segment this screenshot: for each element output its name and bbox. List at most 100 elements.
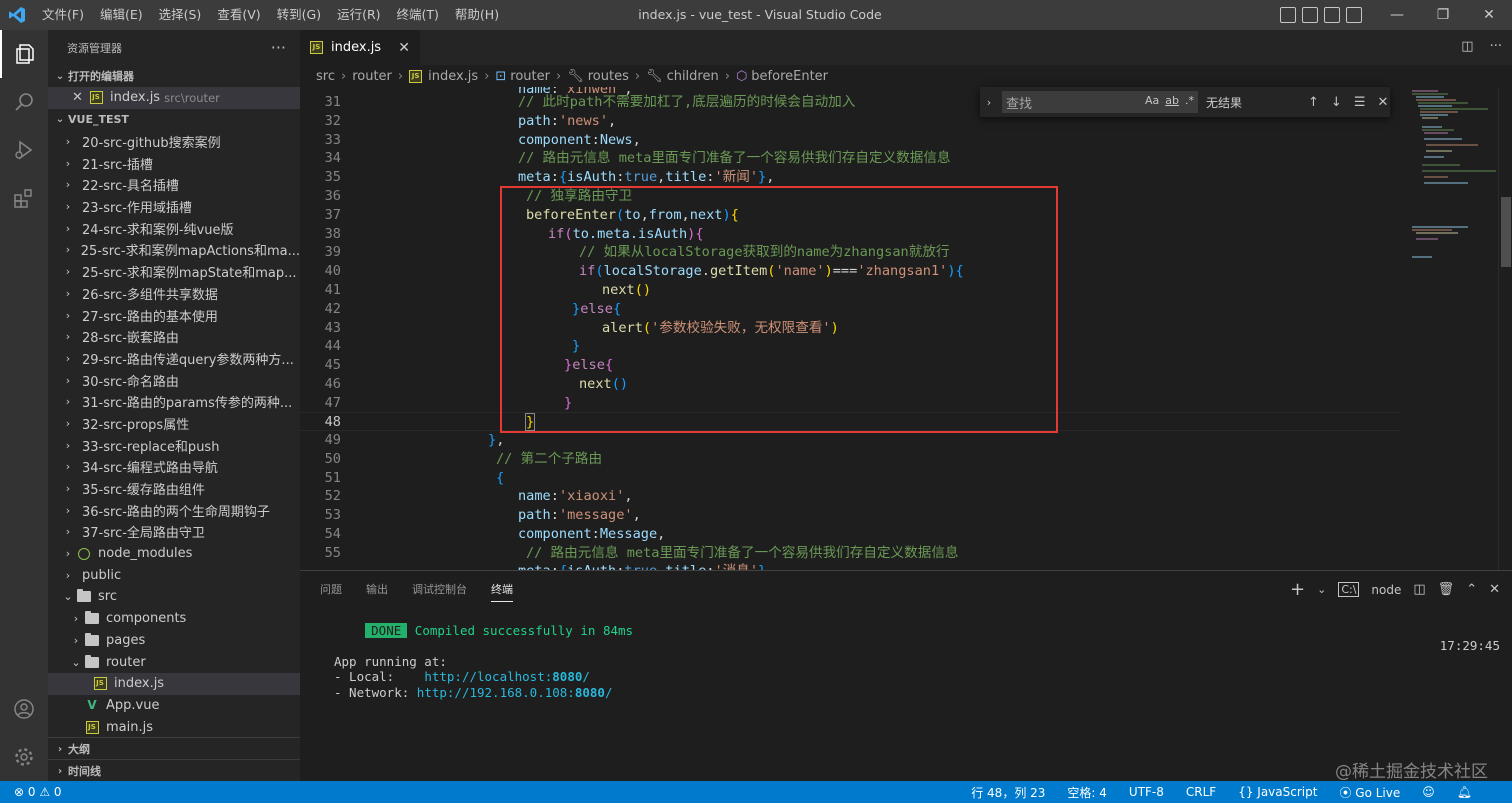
folder-src[interactable]: ⌄ src [48, 586, 300, 608]
chevron-down-icon[interactable]: ⌄ [1317, 583, 1326, 596]
problems-count[interactable]: ⊗ 0 ⚠ 0 [14, 785, 62, 799]
terminal-output[interactable]: DONE Compiled successfully in 84ms 17:29… [320, 606, 1500, 701]
trash-icon[interactable]: 🗑︎ [1438, 582, 1455, 597]
find-in-selection-icon[interactable]: ☰ [1354, 95, 1366, 110]
local-url[interactable]: http://localhost:8080/ [424, 669, 590, 684]
menu-run[interactable]: 运行(R) [329, 0, 388, 30]
match-word-icon[interactable]: ab [1165, 94, 1179, 107]
menu-help[interactable]: 帮助(H) [447, 0, 507, 30]
tree-folder[interactable]: › 22-src-具名插槽 [48, 174, 300, 196]
tab-terminal[interactable]: 终端 [491, 581, 513, 602]
tree-folder[interactable]: › 28-src-嵌套路由 [48, 326, 300, 348]
restore-icon[interactable]: ❐ [1420, 0, 1466, 30]
folder-router[interactable]: ⌄ router [48, 651, 300, 673]
tree-folder[interactable]: › 23-src-作用域插槽 [48, 196, 300, 218]
breadcrumb-item[interactable]: src [316, 69, 335, 84]
close-find-icon[interactable]: ✕ [1377, 95, 1388, 110]
breadcrumb-item[interactable]: beforeEnter [751, 69, 828, 84]
close-panel-icon[interactable]: ✕ [1489, 582, 1500, 597]
account-icon[interactable] [0, 685, 48, 733]
tree-folder[interactable]: › 26-src-多组件共享数据 [48, 283, 300, 305]
breadcrumb-item[interactable]: children [667, 69, 719, 84]
tab-output[interactable]: 输出 [366, 581, 388, 597]
tab-index-js[interactable]: JS index.js ✕ [300, 30, 420, 65]
tree-folder[interactable]: › node_modules [48, 543, 300, 565]
project-section[interactable]: ⌄ VUE_TEST [48, 109, 300, 131]
tab-debug-console[interactable]: 调试控制台 [412, 581, 467, 597]
outline-section[interactable]: › 大纲 [48, 737, 300, 760]
menu-go[interactable]: 转到(G) [269, 0, 329, 30]
toggle-replace-icon[interactable]: › [980, 96, 998, 109]
file-app-vue[interactable]: V App.vue [48, 695, 300, 717]
tree-folder[interactable]: › 33-src-replace和push [48, 434, 300, 456]
split-editor-icon[interactable]: ◫ [1461, 39, 1473, 54]
tree-folder[interactable]: › 25-src-求和案例mapActions和ma... [48, 239, 300, 261]
file-main-js[interactable]: JS main.js [48, 716, 300, 738]
indentation[interactable]: 空格: 4 [1067, 784, 1107, 801]
search-icon[interactable] [0, 78, 48, 126]
line-ending[interactable]: CRLF [1186, 785, 1216, 799]
tree-folder[interactable]: › 29-src-路由传递query参数两种方... [48, 348, 300, 370]
more-actions-icon[interactable]: ··· [271, 38, 286, 57]
tree-folder[interactable]: › 32-src-props属性 [48, 413, 300, 435]
tree-folder[interactable]: › 30-src-命名路由 [48, 369, 300, 391]
tree-folder[interactable]: › 31-src-路由的params传参的两种... [48, 391, 300, 413]
menu-selection[interactable]: 选择(S) [151, 0, 210, 30]
go-live-button[interactable]: ⦿ Go Live [1339, 784, 1400, 801]
notifications-icon[interactable]: 🔔︎ [1457, 785, 1472, 799]
tree-folder[interactable]: › 24-src-求和案例-纯vue版 [48, 217, 300, 239]
new-terminal-icon[interactable]: + [1290, 579, 1305, 600]
tab-problems[interactable]: 问题 [320, 581, 342, 597]
folder-components[interactable]: › components [48, 608, 300, 630]
editor-scrollbar[interactable] [1498, 87, 1512, 570]
folder-pages[interactable]: › pages [48, 630, 300, 652]
minimap[interactable] [1408, 87, 1498, 570]
breadcrumb-item[interactable]: index.js [428, 69, 478, 84]
toggle-panel-icon[interactable] [1302, 7, 1318, 23]
toggle-secondary-sidebar-icon[interactable] [1324, 7, 1340, 23]
tree-folder[interactable]: › 25-src-求和案例mapState和map... [48, 261, 300, 283]
previous-match-icon[interactable]: ↑ [1308, 95, 1319, 110]
tree-folder[interactable]: › 34-src-编程式路由导航 [48, 456, 300, 478]
customize-layout-icon[interactable] [1346, 7, 1362, 23]
cursor-position[interactable]: 行 48，列 23 [971, 784, 1045, 801]
encoding[interactable]: UTF-8 [1129, 785, 1164, 799]
tree-folder[interactable]: › 37-src-全局路由守卫 [48, 521, 300, 543]
run-debug-icon[interactable] [0, 126, 48, 174]
breadcrumb-item[interactable]: router [510, 69, 550, 84]
scrollbar-thumb[interactable] [1501, 197, 1511, 267]
menu-edit[interactable]: 编辑(E) [92, 0, 151, 30]
more-actions-icon[interactable]: ··· [1490, 39, 1502, 54]
file-router-index[interactable]: JS index.js [48, 672, 300, 695]
find-input[interactable]: 查找 Aa ab .* [1002, 91, 1198, 113]
menu-terminal[interactable]: 终端(T) [389, 0, 447, 30]
tree-folder[interactable]: › 36-src-路由的两个生命周期钩子 [48, 499, 300, 521]
regex-icon[interactable]: .* [1185, 94, 1194, 107]
close-tab-icon[interactable]: ✕ [398, 40, 410, 56]
menu-file[interactable]: 文件(F) [34, 0, 92, 30]
breadcrumb-item[interactable]: routes [588, 69, 629, 84]
close-window-icon[interactable]: ✕ [1466, 0, 1512, 30]
tree-folder[interactable]: › 27-src-路由的基本使用 [48, 304, 300, 326]
timeline-section[interactable]: › 时间线 [48, 759, 300, 781]
tree-folder[interactable]: › 21-src-插槽 [48, 152, 300, 174]
maximize-panel-icon[interactable]: ⌃ [1466, 582, 1477, 597]
open-editors-section[interactable]: ⌄ 打开的编辑器 [48, 65, 300, 87]
tree-folder[interactable]: › 35-src-缓存路由组件 [48, 478, 300, 500]
feedback-icon[interactable]: ☺ [1422, 785, 1435, 799]
network-url[interactable]: http://192.168.0.108:8080/ [417, 685, 613, 700]
explorer-icon[interactable] [0, 30, 48, 78]
extensions-icon[interactable] [0, 174, 48, 222]
open-editor-item[interactable]: ✕ JS index.js src\router [48, 87, 300, 109]
tree-folder[interactable]: › 20-src-github搜索案例 [48, 131, 300, 153]
tree-folder[interactable]: › public [48, 564, 300, 586]
language-mode[interactable]: {} JavaScript [1238, 785, 1317, 799]
match-case-icon[interactable]: Aa [1145, 94, 1159, 107]
close-editor-icon[interactable]: ✕ [72, 90, 88, 105]
terminal-shell-name[interactable]: node [1371, 583, 1401, 597]
split-terminal-icon[interactable]: ◫ [1413, 582, 1425, 597]
toggle-sidebar-icon[interactable] [1280, 7, 1296, 23]
minimize-icon[interactable]: — [1374, 0, 1420, 30]
settings-gear-icon[interactable] [0, 733, 48, 781]
next-match-icon[interactable]: ↓ [1331, 95, 1342, 110]
